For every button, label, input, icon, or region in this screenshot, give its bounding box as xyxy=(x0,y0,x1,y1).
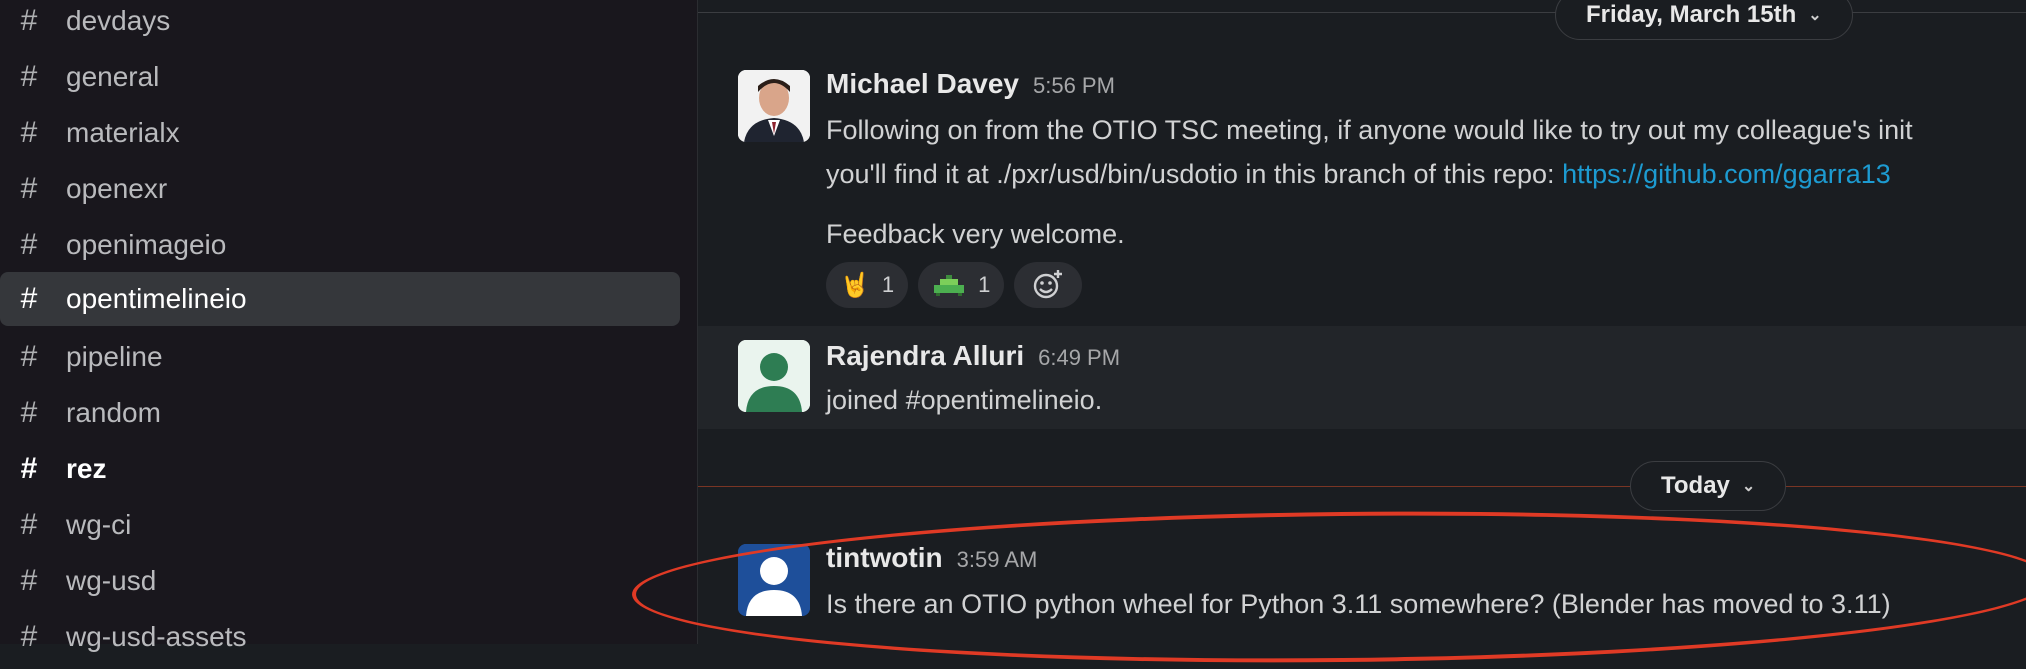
default-user-icon xyxy=(738,340,810,412)
message-text-line3: Feedback very welcome. xyxy=(826,219,1125,249)
channel-opentimelineio[interactable]: # opentimelineio xyxy=(0,272,680,326)
add-reaction-button[interactable] xyxy=(1014,262,1083,308)
hash-icon: # xyxy=(20,116,38,149)
channel-materialx[interactable]: # materialx xyxy=(0,106,680,160)
reaction-rock-on[interactable]: 🤘 1 xyxy=(826,262,909,308)
message-author[interactable]: Michael Davey 5:56 PM xyxy=(826,68,1115,100)
channel-sidebar: # devdays # general # materialx # openex… xyxy=(0,0,697,653)
chevron-down-icon: ⌄ xyxy=(1741,478,1756,495)
add-reaction-icon xyxy=(1034,270,1063,299)
channel-label: wg-ci xyxy=(66,509,132,540)
channel-devdays[interactable]: # devdays xyxy=(0,0,680,48)
avatar[interactable] xyxy=(738,70,810,142)
hash-icon: # xyxy=(20,172,38,205)
channel-wg-usd[interactable]: # wg-usd xyxy=(0,554,680,608)
hash-icon: # xyxy=(20,282,38,315)
hash-icon: # xyxy=(20,508,38,541)
channel-label: wg-usd-assets xyxy=(66,621,247,652)
channel-wg-usd-assets[interactable]: # wg-usd-assets xyxy=(0,610,680,664)
message-rajendra-alluri[interactable]: Rajendra Alluri 6:49 PM joined #opentimel… xyxy=(698,326,2026,429)
message-text: joined #opentimelineio. xyxy=(826,385,1103,415)
reaction-count: 1 xyxy=(978,272,991,297)
rock-on-emoji-icon: 🤘 xyxy=(840,271,870,299)
custom-green-emoji-icon xyxy=(934,275,965,296)
date-divider-friday[interactable]: Friday, March 15th ⌄ xyxy=(1555,0,1853,40)
channel-label: pipeline xyxy=(66,341,163,372)
hash-icon: # xyxy=(20,452,38,485)
channel-pipeline[interactable]: # pipeline xyxy=(0,330,680,384)
date-label: Today xyxy=(1661,472,1730,499)
channel-rez[interactable]: # rez xyxy=(0,442,680,496)
channel-label: wg-usd xyxy=(66,565,157,596)
message-author[interactable]: Rajendra Alluri 6:49 PM xyxy=(826,340,1120,372)
chevron-down-icon: ⌄ xyxy=(1808,7,1822,24)
channel-label: openimageio xyxy=(66,229,227,260)
date-divider-line-today xyxy=(698,486,2026,487)
avatar-photo-icon xyxy=(738,70,810,142)
channel-label: openexr xyxy=(66,173,168,204)
channel-label: rez xyxy=(66,453,107,484)
channel-label: devdays xyxy=(66,5,171,36)
avatar[interactable] xyxy=(738,340,810,412)
channel-random[interactable]: # random xyxy=(0,386,680,440)
channel-openexr[interactable]: # openexr xyxy=(0,162,680,216)
message-text-line2: you'll find it at ./pxr/usd/bin/usdotio … xyxy=(826,152,1891,196)
channel-label: materialx xyxy=(66,117,180,148)
channel-wg-ci[interactable]: # wg-ci xyxy=(0,498,680,552)
channel-openimageio[interactable]: # openimageio xyxy=(0,218,680,272)
date-divider-today[interactable]: Today ⌄ xyxy=(1630,461,1787,511)
channel-general[interactable]: # general xyxy=(0,50,680,104)
message-timestamp[interactable]: 6:49 PM xyxy=(1038,345,1120,370)
hash-icon: # xyxy=(20,60,38,93)
hash-icon: # xyxy=(20,340,38,373)
reaction-bar: 🤘 1 1 xyxy=(826,262,1083,308)
hash-icon: # xyxy=(20,564,38,597)
hash-icon: # xyxy=(20,396,38,429)
repo-link[interactable]: https://github.com/ggarra13 xyxy=(1562,159,1891,189)
date-label: Friday, March 15th xyxy=(1586,1,1797,28)
channel-label: general xyxy=(66,61,160,92)
hash-icon: # xyxy=(20,620,38,653)
reaction-custom[interactable]: 1 xyxy=(918,262,1005,308)
hash-icon: # xyxy=(20,228,38,261)
message-text: you'll find it at ./pxr/usd/bin/usdotio … xyxy=(826,159,1563,189)
message-michael-davey[interactable]: Michael Davey 5:56 PM Following on from t… xyxy=(698,40,2026,325)
reaction-count: 1 xyxy=(881,272,895,297)
message-timestamp[interactable]: 5:56 PM xyxy=(1033,73,1115,98)
hash-icon: # xyxy=(20,4,38,37)
channel-label: opentimelineio xyxy=(66,283,247,314)
channel-label: random xyxy=(66,397,161,428)
message-text-line1: Following on from the OTIO TSC meeting, … xyxy=(826,115,1913,145)
